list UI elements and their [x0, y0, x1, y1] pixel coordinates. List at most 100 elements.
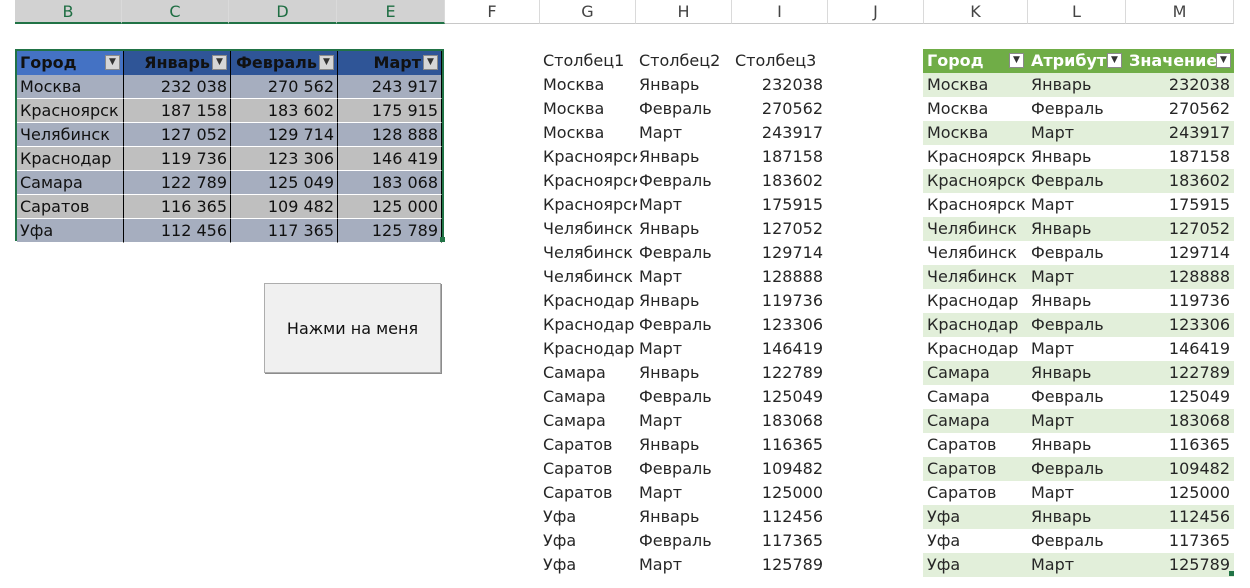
filter-dropdown-icon[interactable]: ▼: [212, 55, 227, 70]
column-header-m[interactable]: M: [1126, 0, 1234, 24]
table3-value-cell[interactable]: 243917: [1125, 121, 1234, 145]
table2-city-cell[interactable]: Самара: [543, 361, 637, 385]
table1-value-cell[interactable]: 270 562: [231, 75, 338, 99]
table3-row[interactable]: Москва Март 243917: [923, 121, 1234, 145]
table2-city-cell[interactable]: Москва: [543, 97, 637, 121]
table2-month-cell[interactable]: Март: [639, 265, 733, 289]
table2-city-cell[interactable]: Красноярск: [543, 145, 637, 169]
table1-value-cell[interactable]: 123 306: [231, 147, 338, 171]
table3-city-cell[interactable]: Челябинск: [923, 241, 1027, 265]
table3-row[interactable]: Красноярск Февраль 183602: [923, 169, 1234, 193]
table2-month-cell[interactable]: Январь: [639, 289, 733, 313]
table3-attribute-cell[interactable]: Март: [1027, 337, 1125, 361]
table3-row[interactable]: Москва Январь 232038: [923, 73, 1234, 97]
table3-row[interactable]: Уфа Февраль 117365: [923, 529, 1234, 553]
table1-value-cell[interactable]: 243 917: [338, 75, 442, 99]
column-header-l[interactable]: L: [1028, 0, 1126, 24]
unpivoted-green-table[interactable]: Город ▼ Атрибут ▼ Значение ▼ Москва Январь 23203…: [923, 49, 1234, 578]
table3-city-cell[interactable]: Москва: [923, 121, 1027, 145]
table3-header-cell[interactable]: Город ▼: [923, 49, 1027, 73]
table2-month-cell[interactable]: Март: [639, 121, 733, 145]
table2-city-cell[interactable]: Красноярск: [543, 193, 637, 217]
table3-city-cell[interactable]: Красноярск: [923, 193, 1027, 217]
table2-value-cell[interactable]: 125000: [735, 481, 823, 505]
table2-city-cell[interactable]: Москва: [543, 121, 637, 145]
table2-value-cell[interactable]: 243917: [735, 121, 823, 145]
table2-city-cell[interactable]: Челябинск: [543, 241, 637, 265]
table3-value-cell[interactable]: 183068: [1125, 409, 1234, 433]
table2-value-cell[interactable]: 125049: [735, 385, 823, 409]
table3-value-cell[interactable]: 183602: [1125, 169, 1234, 193]
table2-value-cell[interactable]: 116365: [735, 433, 823, 457]
table2-city-cell[interactable]: Москва: [543, 73, 637, 97]
table2-value-cell[interactable]: 109482: [735, 457, 823, 481]
table3-row[interactable]: Уфа Март 125789: [923, 553, 1234, 577]
filter-dropdown-icon[interactable]: ▼: [105, 55, 120, 70]
table3-attribute-cell[interactable]: Март: [1027, 121, 1125, 145]
table2-value-cell[interactable]: 270562: [735, 97, 823, 121]
column-header-b[interactable]: B: [15, 0, 122, 24]
table1-row[interactable]: Краснодар 119 736 123 306 146 419: [17, 147, 442, 171]
table1-value-cell[interactable]: 122 789: [124, 171, 231, 195]
table2-month-cell[interactable]: Март: [639, 193, 733, 217]
table2-month-cell[interactable]: Январь: [639, 361, 733, 385]
table3-attribute-cell[interactable]: Январь: [1027, 289, 1125, 313]
table2-month-cell[interactable]: Февраль: [639, 241, 733, 265]
table2-city-cell[interactable]: Саратов: [543, 481, 637, 505]
table3-value-cell[interactable]: 127052: [1125, 217, 1234, 241]
table3-city-cell[interactable]: Самара: [923, 409, 1027, 433]
table3-city-cell[interactable]: Москва: [923, 73, 1027, 97]
table1-header-cell[interactable]: Город ▼: [17, 51, 124, 75]
table3-row[interactable]: Краснодар Март 146419: [923, 337, 1234, 361]
table1-city-cell[interactable]: Красноярск: [17, 99, 124, 123]
table3-city-cell[interactable]: Самара: [923, 361, 1027, 385]
table2-city-cell[interactable]: Краснодар: [543, 313, 637, 337]
table2-value-cell[interactable]: 125789: [735, 553, 823, 577]
table3-row[interactable]: Уфа Январь 112456: [923, 505, 1234, 529]
table2-value-cell[interactable]: 232038: [735, 73, 823, 97]
table3-row[interactable]: Саратов Март 125000: [923, 481, 1234, 505]
table1-header-cell[interactable]: Февраль ▼: [231, 51, 338, 75]
table3-attribute-cell[interactable]: Январь: [1027, 73, 1125, 97]
table3-value-cell[interactable]: 187158: [1125, 145, 1234, 169]
table2-month-cell[interactable]: Январь: [639, 433, 733, 457]
table3-city-cell[interactable]: Челябинск: [923, 217, 1027, 241]
table3-attribute-cell[interactable]: Март: [1027, 553, 1125, 577]
table1-value-cell[interactable]: 183 602: [231, 99, 338, 123]
table3-row[interactable]: Челябинск Февраль 129714: [923, 241, 1234, 265]
table2-value-cell[interactable]: 183068: [735, 409, 823, 433]
table1-header-cell[interactable]: Январь ▼: [124, 51, 231, 75]
table2-month-cell[interactable]: Март: [639, 553, 733, 577]
table3-attribute-cell[interactable]: Февраль: [1027, 313, 1125, 337]
table1-value-cell[interactable]: 127 052: [124, 123, 231, 147]
table1-value-cell[interactable]: 112 456: [124, 219, 231, 243]
table1-city-cell[interactable]: Саратов: [17, 195, 124, 219]
table3-value-cell[interactable]: 112456: [1125, 505, 1234, 529]
table3-value-cell[interactable]: 128888: [1125, 265, 1234, 289]
table3-value-cell[interactable]: 175915: [1125, 193, 1234, 217]
table2-month-cell[interactable]: Январь: [639, 505, 733, 529]
table3-city-cell[interactable]: Самара: [923, 385, 1027, 409]
table3-row[interactable]: Челябинск Январь 127052: [923, 217, 1234, 241]
column-header-h[interactable]: H: [636, 0, 732, 24]
table3-row[interactable]: Москва Февраль 270562: [923, 97, 1234, 121]
table3-row[interactable]: Челябинск Март 128888: [923, 265, 1234, 289]
table3-city-cell[interactable]: Красноярск: [923, 169, 1027, 193]
table3-header-cell[interactable]: Значение ▼: [1125, 49, 1234, 73]
table1-city-cell[interactable]: Краснодар: [17, 147, 124, 171]
table3-value-cell[interactable]: 125000: [1125, 481, 1234, 505]
table3-value-cell[interactable]: 117365: [1125, 529, 1234, 553]
table3-city-cell[interactable]: Саратов: [923, 433, 1027, 457]
table3-header-cell[interactable]: Атрибут ▼: [1027, 49, 1125, 73]
column-header-g[interactable]: G: [540, 0, 636, 24]
table3-value-cell[interactable]: 109482: [1125, 457, 1234, 481]
table3-attribute-cell[interactable]: Февраль: [1027, 241, 1125, 265]
table3-row[interactable]: Самара Март 183068: [923, 409, 1234, 433]
table2-month-cell[interactable]: Март: [639, 337, 733, 361]
table2-city-cell[interactable]: Красноярск: [543, 169, 637, 193]
table3-value-cell[interactable]: 122789: [1125, 361, 1234, 385]
table3-row[interactable]: Красноярск Январь 187158: [923, 145, 1234, 169]
table3-row[interactable]: Самара Январь 122789: [923, 361, 1234, 385]
table3-value-cell[interactable]: 146419: [1125, 337, 1234, 361]
table2-city-cell[interactable]: Самара: [543, 385, 637, 409]
